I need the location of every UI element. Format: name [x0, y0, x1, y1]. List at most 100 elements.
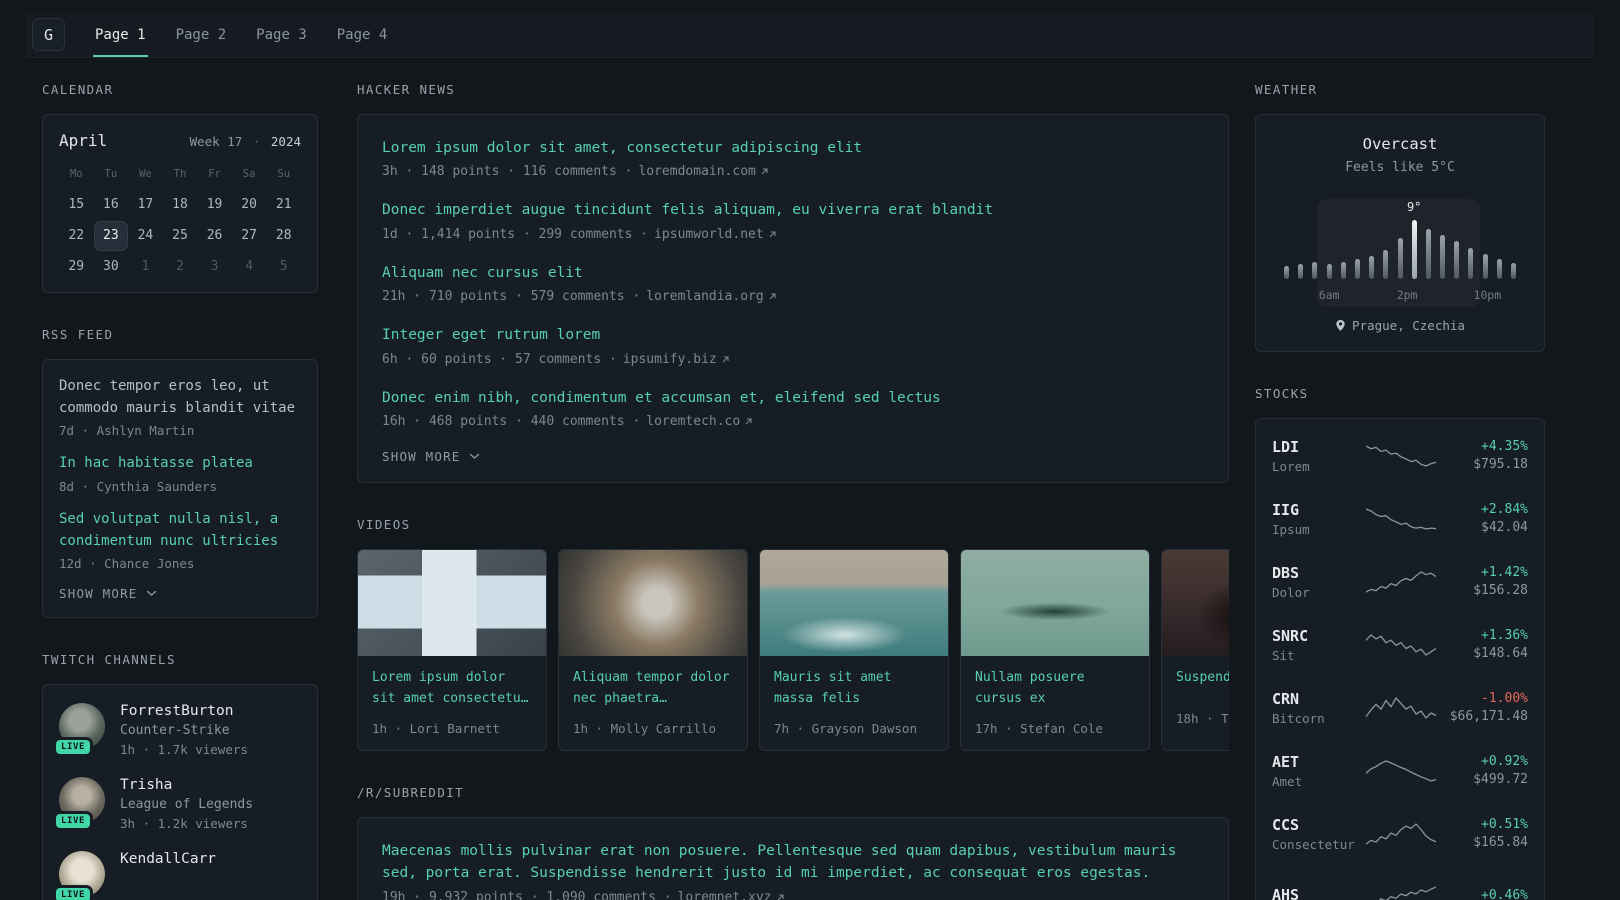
stock-row[interactable]: AHS +0.46%: [1272, 865, 1528, 900]
hackernews-item-domain[interactable]: ipsumworld.net: [654, 227, 777, 242]
hackernews-item-meta: 6h · 60 points · 57 comments · ipsumify.…: [382, 352, 1204, 367]
calendar-day: 18: [172, 197, 188, 212]
weather-section-title: WEATHER: [1255, 82, 1318, 97]
video-card[interactable]: Mauris sit amet massa felis 7h · Grayson…: [759, 549, 949, 751]
stock-row[interactable]: CRN Bitcorn -1.00% $66,171.48: [1272, 676, 1528, 739]
calendar-day-next-month: 5: [279, 259, 288, 274]
video-title[interactable]: Suspendisse diam: [1162, 656, 1229, 702]
hackernews-item-title[interactable]: Donec enim nibh, condimentum et accumsan…: [382, 387, 1204, 409]
video-thumbnail[interactable]: [760, 550, 948, 657]
weekday-label: Th: [173, 168, 187, 180]
twitch-section: TWITCH CHANNELS LIVE ForrestBurton Count…: [42, 652, 318, 900]
videos-section-title: VIDEOS: [357, 517, 411, 533]
stock-sparkline: [1365, 507, 1436, 531]
stock-sparkline: [1365, 696, 1436, 720]
hackernews-item-domain[interactable]: ipsumify.biz: [623, 352, 730, 367]
weekday-label: Mo: [69, 168, 83, 180]
hackernews-item: Lorem ipsum dolor sit amet, consectetur …: [382, 137, 1204, 179]
stock-change: +1.42%: [1481, 565, 1528, 580]
calendar-day: 29: [68, 259, 85, 274]
calendar-month: April: [59, 131, 108, 150]
channel-avatar: LIVE: [56, 703, 105, 755]
weekday-label: Tu: [104, 168, 118, 180]
subreddit-post: Maecenas mollis pulvinar erat non posuer…: [382, 840, 1204, 900]
hackernews-item-title[interactable]: Integer eget rutrum lorem: [382, 324, 1204, 346]
stock-symbol: SNRC: [1272, 626, 1309, 645]
tab-page-4[interactable]: Page 4: [335, 12, 390, 57]
item-meta-text: 6h · 60 points · 57 comments ·: [382, 351, 617, 367]
stock-row[interactable]: SNRC Sit +1.36% $148.64: [1272, 613, 1528, 676]
location-pin-icon: [1336, 319, 1345, 331]
weekday-label: Sa: [242, 168, 256, 180]
hackernews-item-title[interactable]: Aliquam nec cursus elit: [382, 262, 1204, 284]
tab-page-2[interactable]: Page 2: [174, 12, 229, 57]
domain-text: loremtech.co: [646, 414, 741, 430]
stock-row[interactable]: DBS Dolor +1.42% $156.28: [1272, 550, 1528, 613]
hackernews-item: Donec imperdiet augue tincidunt felis al…: [382, 199, 1204, 241]
tab-page-3[interactable]: Page 3: [254, 12, 309, 57]
calendar-day: 26: [206, 228, 223, 243]
video-title[interactable]: Mauris sit amet massa felis: [760, 656, 948, 712]
calendar-week: Week 17: [189, 134, 243, 149]
rss-item-title[interactable]: In hac habitasse platea: [59, 453, 301, 475]
hackernews-item-title[interactable]: Donec imperdiet augue tincidunt felis al…: [382, 199, 1204, 221]
rss-item-title[interactable]: Donec tempor eros leo, ut commodo mauris…: [59, 376, 301, 419]
stock-sparkline: [1365, 822, 1436, 846]
calendar-widget: April Week 17 · 2024 Mo Tu We Th Fr Sa S…: [42, 114, 318, 293]
video-title[interactable]: Aliquam tempor dolor nec phaetra…: [559, 656, 747, 712]
stock-change: -1.00%: [1481, 691, 1528, 706]
twitch-channel[interactable]: LIVE Trisha League of Legends 3h · 1.2k …: [56, 777, 301, 831]
rss-show-more-button[interactable]: SHOW MORE: [59, 586, 301, 601]
twitch-channel[interactable]: LIVE KendallCarr: [56, 851, 301, 900]
stock-sparkline: [1365, 633, 1436, 657]
video-card[interactable]: Aliquam tempor dolor nec phaetra… 1h · M…: [558, 549, 748, 751]
app-logo[interactable]: G: [32, 18, 65, 51]
video-meta: 17h · Stefan Cole: [975, 720, 1103, 736]
stock-price: $42.04: [1481, 520, 1528, 535]
hackernews-show-more-button[interactable]: SHOW MORE: [382, 449, 1204, 464]
video-thumbnail[interactable]: [559, 550, 747, 657]
stock-name: Amet: [1272, 773, 1303, 789]
weather-time-axis: 6am 2pm 10pm: [1282, 288, 1518, 303]
video-card[interactable]: Suspendisse diam 18h · Tara: [1161, 549, 1229, 751]
tab-page-1[interactable]: Page 1: [93, 12, 148, 57]
subreddit-post-title[interactable]: Maecenas mollis pulvinar erat non posuer…: [382, 840, 1204, 885]
weather-widget: Overcast Feels like 5°C 9° 6am 2pm 10pm …: [1255, 114, 1545, 352]
calendar-day: 16: [103, 197, 119, 212]
stocks-section-title: STOCKS: [1255, 386, 1309, 401]
video-thumbnail[interactable]: [358, 550, 546, 657]
video-card[interactable]: Lorem ipsum dolor sit amet consectetu… 1…: [357, 549, 547, 751]
rss-item-title[interactable]: Sed volutpat nulla nisl, a condimentum n…: [59, 509, 301, 552]
video-card[interactable]: Nullam posuere cursus ex 17h · Stefan Co…: [960, 549, 1150, 751]
video-thumbnail[interactable]: [1162, 550, 1229, 657]
right-column: WEATHER Overcast Feels like 5°C 9° 6am 2…: [1255, 82, 1545, 900]
video-thumbnail[interactable]: [961, 550, 1149, 657]
hackernews-item-domain[interactable]: loremlandia.org: [646, 289, 776, 304]
stock-sparkline: [1365, 759, 1436, 783]
channel-name: KendallCarr: [120, 851, 217, 868]
subreddit-post-domain[interactable]: loremnet.xyz: [678, 890, 785, 900]
weather-condition: Overcast: [1362, 135, 1438, 153]
video-title[interactable]: Lorem ipsum dolor sit amet consectetu…: [358, 656, 546, 712]
hackernews-item: Donec enim nibh, condimentum et accumsan…: [382, 387, 1204, 429]
stock-row[interactable]: AET Amet +0.92% $499.72: [1272, 739, 1528, 802]
stock-row[interactable]: IIG Ipsum +2.84% $42.04: [1272, 487, 1528, 550]
item-meta-text: 16h · 468 points · 440 comments ·: [382, 414, 641, 430]
stock-row[interactable]: LDI Lorem +4.35% $795.18: [1272, 424, 1528, 487]
item-meta-text: 21h · 710 points · 579 comments ·: [382, 289, 641, 305]
hackernews-item-meta: 21h · 710 points · 579 comments · loreml…: [382, 289, 1204, 304]
weather-section: WEATHER Overcast Feels like 5°C 9° 6am 2…: [1255, 82, 1545, 352]
stock-symbol: IIG: [1272, 500, 1300, 519]
stock-row[interactable]: CCS Consectetur +0.51% $165.84: [1272, 802, 1528, 865]
chevron-down-icon: [469, 454, 479, 460]
video-title[interactable]: Nullam posuere cursus ex: [961, 656, 1149, 712]
channel-avatar: LIVE: [56, 851, 105, 900]
twitch-channel[interactable]: LIVE ForrestBurton Counter-Strike 1h · 1…: [56, 703, 301, 757]
calendar-section: CALENDAR April Week 17 · 2024 Mo Tu We T…: [42, 82, 318, 293]
hackernews-item-domain[interactable]: loremtech.co: [646, 414, 753, 429]
hackernews-item-domain[interactable]: loremdomain.com: [638, 164, 768, 179]
hackernews-item-title[interactable]: Lorem ipsum dolor sit amet, consectetur …: [382, 137, 1204, 159]
stock-name: Ipsum: [1272, 521, 1310, 537]
rss-item-meta: 7d · Ashlyn Martin: [59, 423, 195, 439]
stock-name: Sit: [1272, 647, 1295, 663]
